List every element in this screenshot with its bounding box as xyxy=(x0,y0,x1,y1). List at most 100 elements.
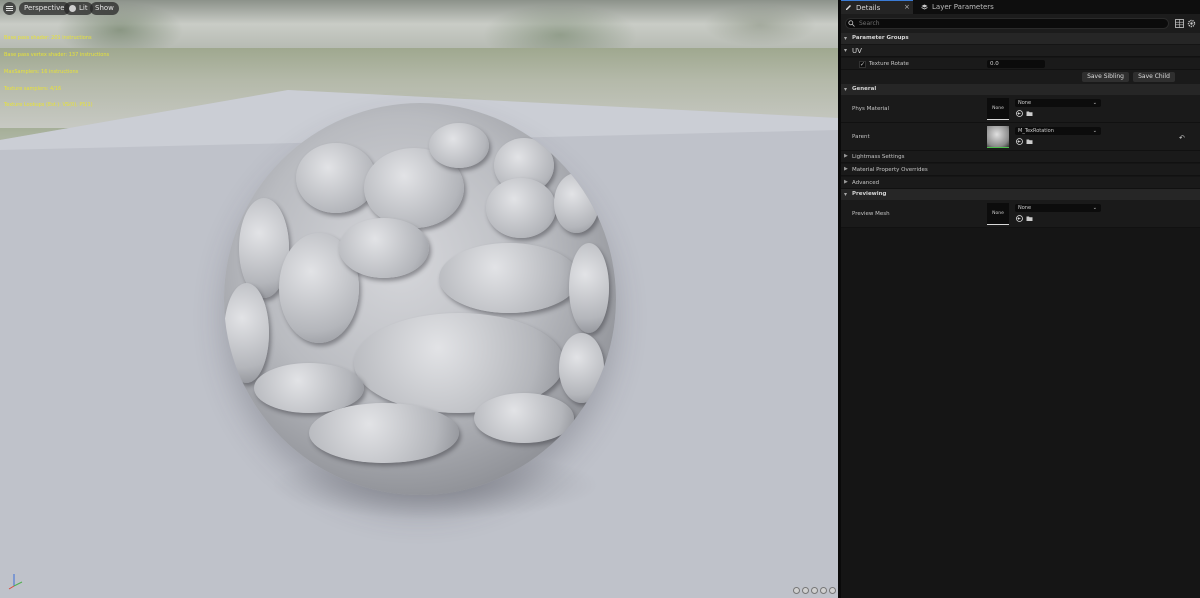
lit-sphere-icon xyxy=(69,5,76,12)
stat-line: Base pass vertex shader: 137 instruction… xyxy=(4,51,110,58)
preview-cube-toggle-icon[interactable] xyxy=(811,587,818,594)
group-material-property-overrides[interactable]: ▶ Material Property Overrides xyxy=(841,164,1200,176)
phys-material-thumbnail[interactable]: None xyxy=(987,98,1009,120)
lit-label: Lit xyxy=(79,4,88,12)
save-child-button[interactable]: Save Child xyxy=(1133,72,1175,82)
tab-layer-parameters[interactable]: Layer Parameters xyxy=(917,0,1007,14)
pebble xyxy=(439,243,579,313)
save-sibling-button[interactable]: Save Sibling xyxy=(1082,72,1129,82)
viewport-bottom-toolbar xyxy=(793,587,836,594)
preview-sphere-toggle-icon[interactable] xyxy=(793,587,800,594)
stat-line: Texture samplers: 4/16 xyxy=(4,85,62,92)
material-preview-viewport[interactable]: Perspective Lit Show Base pass shader: 2… xyxy=(0,0,838,598)
section-previewing-title: Previewing xyxy=(852,191,887,197)
section-general[interactable]: ▾ General xyxy=(841,84,1200,95)
parent-label: Parent xyxy=(852,134,870,140)
pebble xyxy=(569,243,609,333)
parent-actions xyxy=(1016,138,1033,145)
use-selected-arrow-icon[interactable] xyxy=(1016,215,1023,222)
stat-line: Texture Lookups (Est.): VS(0), PS(1) xyxy=(4,102,93,109)
group-lightmass-settings[interactable]: ▶ Lightmass Settings xyxy=(841,151,1200,163)
pebble xyxy=(559,333,604,403)
perspective-button[interactable]: Perspective xyxy=(19,2,70,15)
tab-layer-parameters-label: Layer Parameters xyxy=(932,3,994,11)
section-parameter-groups[interactable]: ▾ Parameter Groups xyxy=(841,33,1200,44)
browse-folder-icon[interactable] xyxy=(1026,110,1033,117)
texture-rotate-row: ✓ Texture Rotate 0.0 xyxy=(841,58,1200,70)
search-row: Search xyxy=(841,14,1200,33)
grid-view-icon[interactable] xyxy=(1175,19,1184,28)
phys-material-actions xyxy=(1016,110,1033,117)
viewport-menu-button[interactable] xyxy=(3,2,16,15)
pencil-icon xyxy=(846,5,851,10)
group-advanced[interactable]: ▶ Advanced xyxy=(841,177,1200,189)
pebble xyxy=(296,143,376,213)
phys-material-value: None xyxy=(1018,100,1032,106)
gear-icon[interactable] xyxy=(1187,19,1196,28)
preview-mesh-actions xyxy=(1016,215,1033,222)
chevron-down-icon: ▾ xyxy=(844,191,848,198)
preview-sphere xyxy=(224,103,616,495)
chevron-down-icon: ⌄ xyxy=(1092,205,1097,211)
chevron-down-icon: ▾ xyxy=(844,35,848,42)
chevron-down-icon: ⌄ xyxy=(1092,128,1097,134)
phys-material-label: Phys Material xyxy=(852,106,890,112)
use-selected-arrow-icon[interactable] xyxy=(1016,138,1023,145)
texture-rotate-input[interactable]: 0.0 xyxy=(987,60,1045,68)
pebble xyxy=(339,218,429,278)
show-button[interactable]: Show xyxy=(90,2,119,15)
material-property-overrides-label: Material Property Overrides xyxy=(852,167,928,173)
shader-stats-overlay: Base pass shader: 201 instructions Base … xyxy=(4,25,109,120)
preview-cylinder-toggle-icon[interactable] xyxy=(820,587,827,594)
group-uv-title: UV xyxy=(852,47,862,55)
tab-details[interactable]: Details xyxy=(841,0,913,14)
preview-mesh-toggle-icon[interactable] xyxy=(829,587,836,594)
phys-material-row: Phys Material None None ⌄ xyxy=(841,95,1200,123)
lightmass-settings-label: Lightmass Settings xyxy=(852,154,905,160)
section-previewing[interactable]: ▾ Previewing xyxy=(841,189,1200,200)
preview-mesh-label: Preview Mesh xyxy=(852,211,890,217)
preview-mesh-thumb-label: None xyxy=(992,211,1004,216)
details-panel: Details × Layer Parameters Search ▾ Para… xyxy=(841,0,1200,598)
preview-mesh-thumbnail[interactable]: None xyxy=(987,203,1009,225)
search-input[interactable]: Search xyxy=(845,18,1169,29)
show-label: Show xyxy=(95,4,114,12)
chevron-down-icon: ▾ xyxy=(844,86,848,93)
chevron-right-icon: ▶ xyxy=(844,153,848,159)
close-tab-icon[interactable]: × xyxy=(904,3,910,11)
hamburger-icon xyxy=(6,6,13,11)
axis-gizmo-icon xyxy=(8,574,23,590)
search-placeholder: Search xyxy=(859,20,880,27)
phys-material-combo[interactable]: None ⌄ xyxy=(1015,99,1101,107)
reset-to-default-icon[interactable]: ↶ xyxy=(1179,134,1187,142)
phys-material-thumb-label: None xyxy=(992,106,1004,111)
group-uv[interactable]: ▾ UV xyxy=(841,45,1200,57)
perspective-label: Perspective xyxy=(24,4,65,12)
use-selected-arrow-icon[interactable] xyxy=(1016,110,1023,117)
layers-icon xyxy=(921,4,928,9)
preview-mesh-row: Preview Mesh None None ⌄ xyxy=(841,200,1200,228)
preview-mesh-combo[interactable]: None ⌄ xyxy=(1015,204,1101,212)
chevron-down-icon: ▾ xyxy=(844,47,848,54)
pebble xyxy=(309,403,459,463)
lit-view-mode-button[interactable]: Lit xyxy=(64,2,93,15)
pebble xyxy=(254,363,364,413)
texture-rotate-checkbox[interactable]: ✓ xyxy=(859,61,866,68)
pebble xyxy=(224,283,269,383)
browse-folder-icon[interactable] xyxy=(1026,215,1033,222)
pebble xyxy=(474,393,574,443)
browse-folder-icon[interactable] xyxy=(1026,138,1033,145)
advanced-label: Advanced xyxy=(852,180,880,186)
section-general-title: General xyxy=(852,86,877,92)
save-buttons-row: Save Sibling Save Child xyxy=(841,70,1200,84)
chevron-right-icon: ▶ xyxy=(844,179,848,185)
parent-thumbnail[interactable] xyxy=(987,126,1009,148)
panel-tab-bar: Details × Layer Parameters xyxy=(841,0,1200,14)
chevron-down-icon: ⌄ xyxy=(1092,100,1097,106)
chevron-right-icon: ▶ xyxy=(844,166,848,172)
preview-plane-toggle-icon[interactable] xyxy=(802,587,809,594)
stat-line: Base pass shader: 201 instructions xyxy=(4,35,92,42)
pebble xyxy=(486,178,556,238)
tab-details-label: Details xyxy=(856,3,881,12)
parent-combo[interactable]: M_TexRotation ⌄ xyxy=(1015,127,1101,135)
